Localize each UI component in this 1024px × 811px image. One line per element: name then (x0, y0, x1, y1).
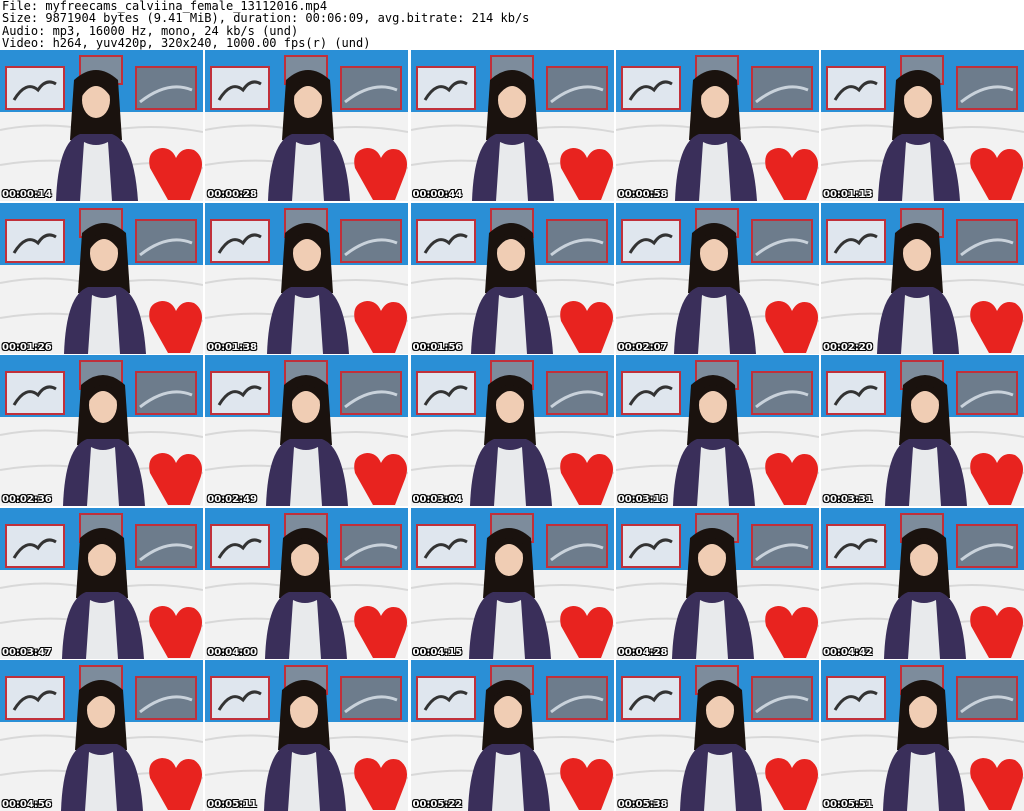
frame-image (205, 202, 409, 354)
frame-timestamp: 00:04:56 (2, 799, 52, 810)
frame-image (821, 50, 1024, 201)
frame-image (205, 660, 409, 811)
video-thumbnail: 00:03:31 (821, 355, 1024, 506)
frame-image (821, 660, 1024, 811)
frame-image (0, 202, 203, 354)
video-thumbnail: 00:00:28 (205, 50, 409, 201)
frame-timestamp: 00:02:36 (2, 494, 52, 505)
file-info-header: File: myfreecams_calviina_female_1311201… (2, 0, 1022, 50)
frame-image (410, 50, 614, 201)
video-thumbnail: 00:02:20 (821, 202, 1024, 354)
video-thumbnail: 00:05:51 (821, 660, 1024, 811)
frame-image (410, 507, 614, 659)
frame-timestamp: 00:05:38 (617, 799, 668, 810)
frame-timestamp: 00:05:11 (207, 799, 257, 810)
video-thumbnail: 00:05:11 (205, 660, 409, 811)
frame-timestamp: 00:03:31 (823, 494, 873, 505)
frame-image (410, 202, 614, 354)
video-thumbnail: 00:02:36 (0, 355, 203, 506)
frame-timestamp: 00:03:47 (2, 646, 52, 658)
video-thumbnail: 00:04:56 (0, 660, 203, 811)
video-thumbnail: 00:00:14 (0, 50, 203, 201)
frame-timestamp: 00:04:28 (617, 646, 668, 658)
frame-image (615, 507, 819, 659)
frame-timestamp: 00:04:00 (207, 646, 257, 658)
frame-image (205, 50, 409, 201)
frame-image (205, 507, 409, 659)
video-thumbnail: 00:04:42 (821, 507, 1024, 659)
frame-timestamp: 00:01:56 (412, 341, 463, 353)
frame-timestamp: 00:05:51 (823, 799, 873, 810)
frame-image (0, 355, 203, 506)
frame-image (615, 50, 819, 201)
frame-image (205, 355, 409, 506)
video-thumbnail: 00:04:00 (205, 507, 409, 659)
frame-timestamp: 00:01:26 (2, 341, 52, 353)
frame-timestamp: 00:04:42 (823, 646, 873, 658)
frame-timestamp: 00:01:13 (823, 189, 873, 200)
file-size-line: Size: 9871904 bytes (9.41 MiB), duration… (2, 11, 530, 26)
frame-timestamp: 00:03:04 (412, 494, 463, 505)
frame-image (615, 355, 819, 506)
video-thumbnail: 00:03:18 (615, 355, 819, 506)
frame-timestamp: 00:04:15 (412, 646, 463, 658)
video-thumbnail: 00:02:49 (205, 355, 409, 506)
frame-image (821, 202, 1024, 354)
frame-timestamp: 00:03:18 (617, 494, 668, 505)
video-thumbnail: 00:00:44 (410, 50, 614, 201)
video-info-line: Video: h264, yuv420p, 320x240, 1000.00 f… (2, 36, 371, 51)
video-thumbnail: 00:04:15 (410, 507, 614, 659)
video-thumbnail: 00:05:38 (615, 660, 819, 811)
video-thumbnail: 00:01:13 (821, 50, 1024, 201)
frame-timestamp: 00:00:14 (2, 189, 52, 200)
video-thumbnail: 00:01:38 (205, 202, 409, 354)
video-thumbnail: 00:01:26 (0, 202, 203, 354)
frame-image (615, 202, 819, 354)
frame-image (0, 660, 203, 811)
frame-timestamp: 00:02:20 (823, 341, 873, 353)
frame-timestamp: 00:02:49 (207, 494, 257, 505)
frame-image (0, 507, 203, 659)
frame-image (0, 50, 203, 201)
frame-timestamp: 00:00:58 (617, 189, 668, 200)
video-thumbnail: 00:00:58 (615, 50, 819, 201)
frame-timestamp: 00:02:07 (617, 341, 668, 353)
frame-timestamp: 00:00:28 (207, 189, 257, 200)
video-thumbnail: 00:03:47 (0, 507, 203, 659)
thumbnail-grid: 00:00:14 00:00:28 00:00:44 00:00:58 00:0… (0, 50, 1024, 811)
frame-image (410, 660, 614, 811)
frame-image (615, 660, 819, 811)
frame-timestamp: 00:00:44 (412, 189, 463, 200)
video-thumbnail: 00:03:04 (410, 355, 614, 506)
video-thumbnail: 00:04:28 (615, 507, 819, 659)
video-thumbnail: 00:01:56 (410, 202, 614, 354)
frame-image (821, 355, 1024, 506)
frame-image (821, 507, 1024, 659)
video-thumbnail: 00:02:07 (615, 202, 819, 354)
frame-image (410, 355, 614, 506)
frame-timestamp: 00:05:22 (412, 799, 463, 810)
video-thumbnail: 00:05:22 (410, 660, 614, 811)
frame-timestamp: 00:01:38 (207, 341, 257, 353)
